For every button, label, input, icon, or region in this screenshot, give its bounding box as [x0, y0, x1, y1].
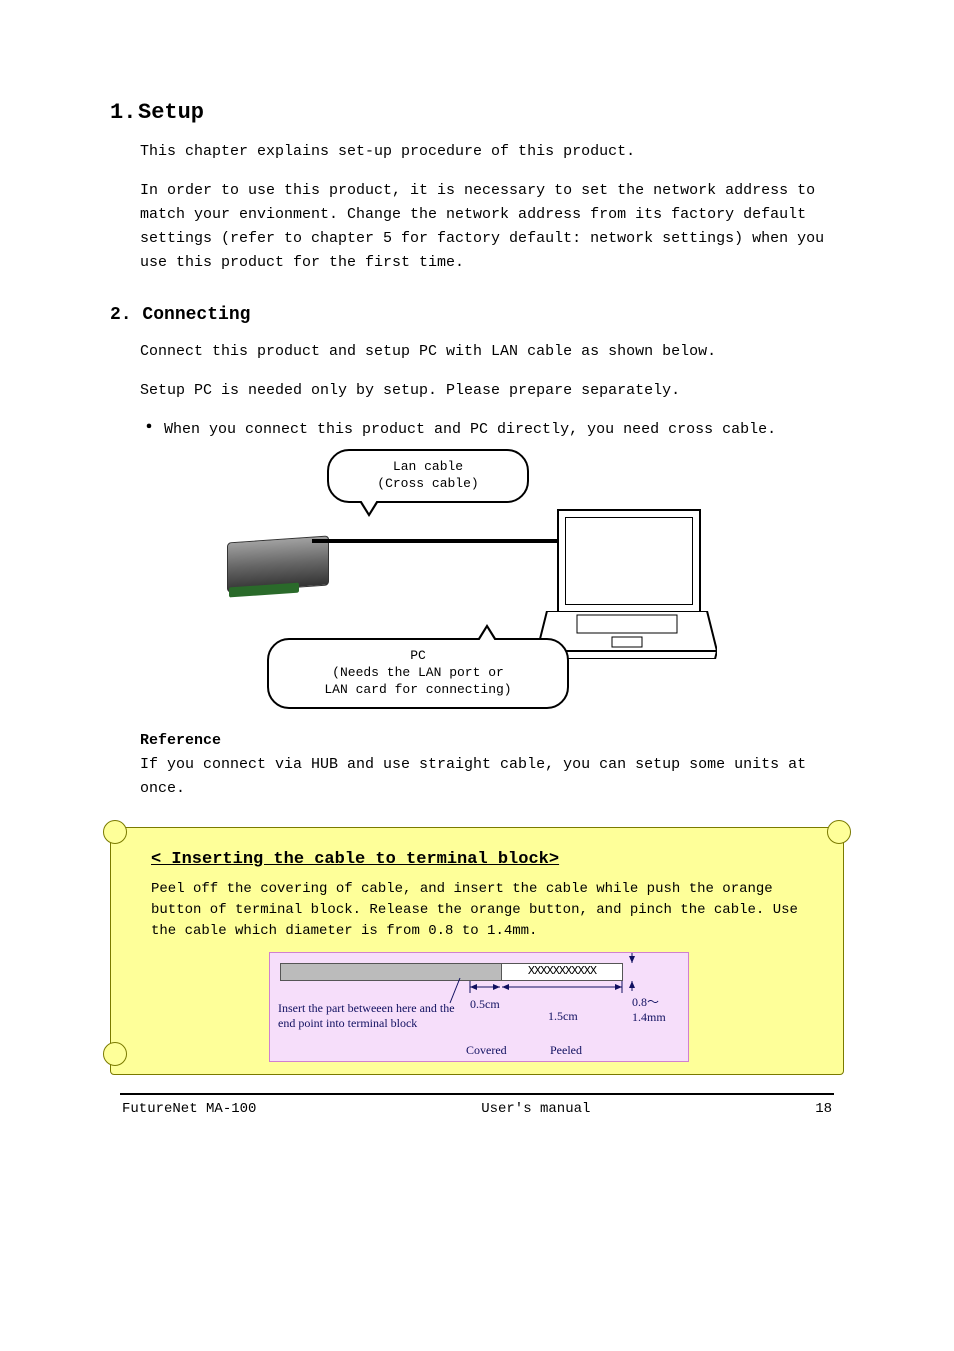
- tip-heading: < Inserting the cable to terminal block>: [151, 850, 807, 869]
- tip-text: Peel off the covering of cable, and inse…: [151, 879, 807, 942]
- section-title: Setup: [138, 100, 204, 125]
- intro-paragraph-2: In order to use this product, it is nece…: [140, 179, 844, 275]
- bullet-text: When you connect this product and PC dir…: [164, 421, 776, 438]
- fig-peeled-dim: 1.5cm: [548, 1009, 578, 1024]
- connection-diagram: Lan cable (Cross cable) PC (Needs the LA…: [207, 449, 747, 709]
- reference-note: Reference If you connect via HUB and use…: [140, 729, 844, 801]
- laptop-icon: [537, 509, 717, 659]
- fig-peeled-label: Peeled: [550, 1043, 582, 1058]
- section-heading: 1.Setup: [110, 100, 844, 125]
- scroll-curl-icon: [103, 1042, 127, 1066]
- footer-page-number: 18: [815, 1101, 832, 1117]
- fig-covered-dim: 0.5cm: [470, 997, 500, 1012]
- scroll-curl-icon: [827, 820, 851, 844]
- cross-cable-bullet: ・ When you connect this product and PC di…: [140, 413, 844, 439]
- pc-callout: PC (Needs the LAN port or LAN card for c…: [267, 638, 569, 709]
- connecting-paragraph-1: Connect this product and setup PC with L…: [140, 340, 844, 364]
- intro-paragraph-1: This chapter explains set-up procedure o…: [140, 140, 844, 164]
- cable-callout: Lan cable (Cross cable): [327, 449, 529, 503]
- reference-text: If you connect via HUB and use straight …: [140, 756, 806, 797]
- reference-label: Reference: [140, 732, 221, 749]
- footer-product: FutureNet MA-100: [122, 1101, 256, 1117]
- footer-doc-title: User's manual: [256, 1101, 815, 1117]
- wire-stripping-figure: XXXXXXXXXXX Insert the part betwee: [269, 952, 689, 1062]
- section-number: 1.: [110, 100, 138, 125]
- bullet-icon: ・: [140, 419, 158, 439]
- lan-cable-line: [312, 539, 562, 573]
- scroll-curl-icon: [103, 820, 127, 844]
- subsection-title: Connecting: [142, 305, 250, 325]
- subsection-heading: 2. Connecting: [110, 305, 844, 325]
- fig-diameter-range: 0.8～1.4mm: [632, 993, 684, 1025]
- page-footer: FutureNet MA-100 User's manual 18: [110, 1095, 844, 1117]
- fig-insert-text: Insert the part betweeen here and the en…: [278, 1001, 468, 1031]
- connecting-paragraph-2: Setup PC is needed only by setup. Please…: [140, 379, 844, 403]
- terminal-block-tip: < Inserting the cable to terminal block>…: [110, 827, 844, 1075]
- subsection-number: 2.: [110, 305, 132, 325]
- fig-covered-label: Covered: [466, 1043, 507, 1058]
